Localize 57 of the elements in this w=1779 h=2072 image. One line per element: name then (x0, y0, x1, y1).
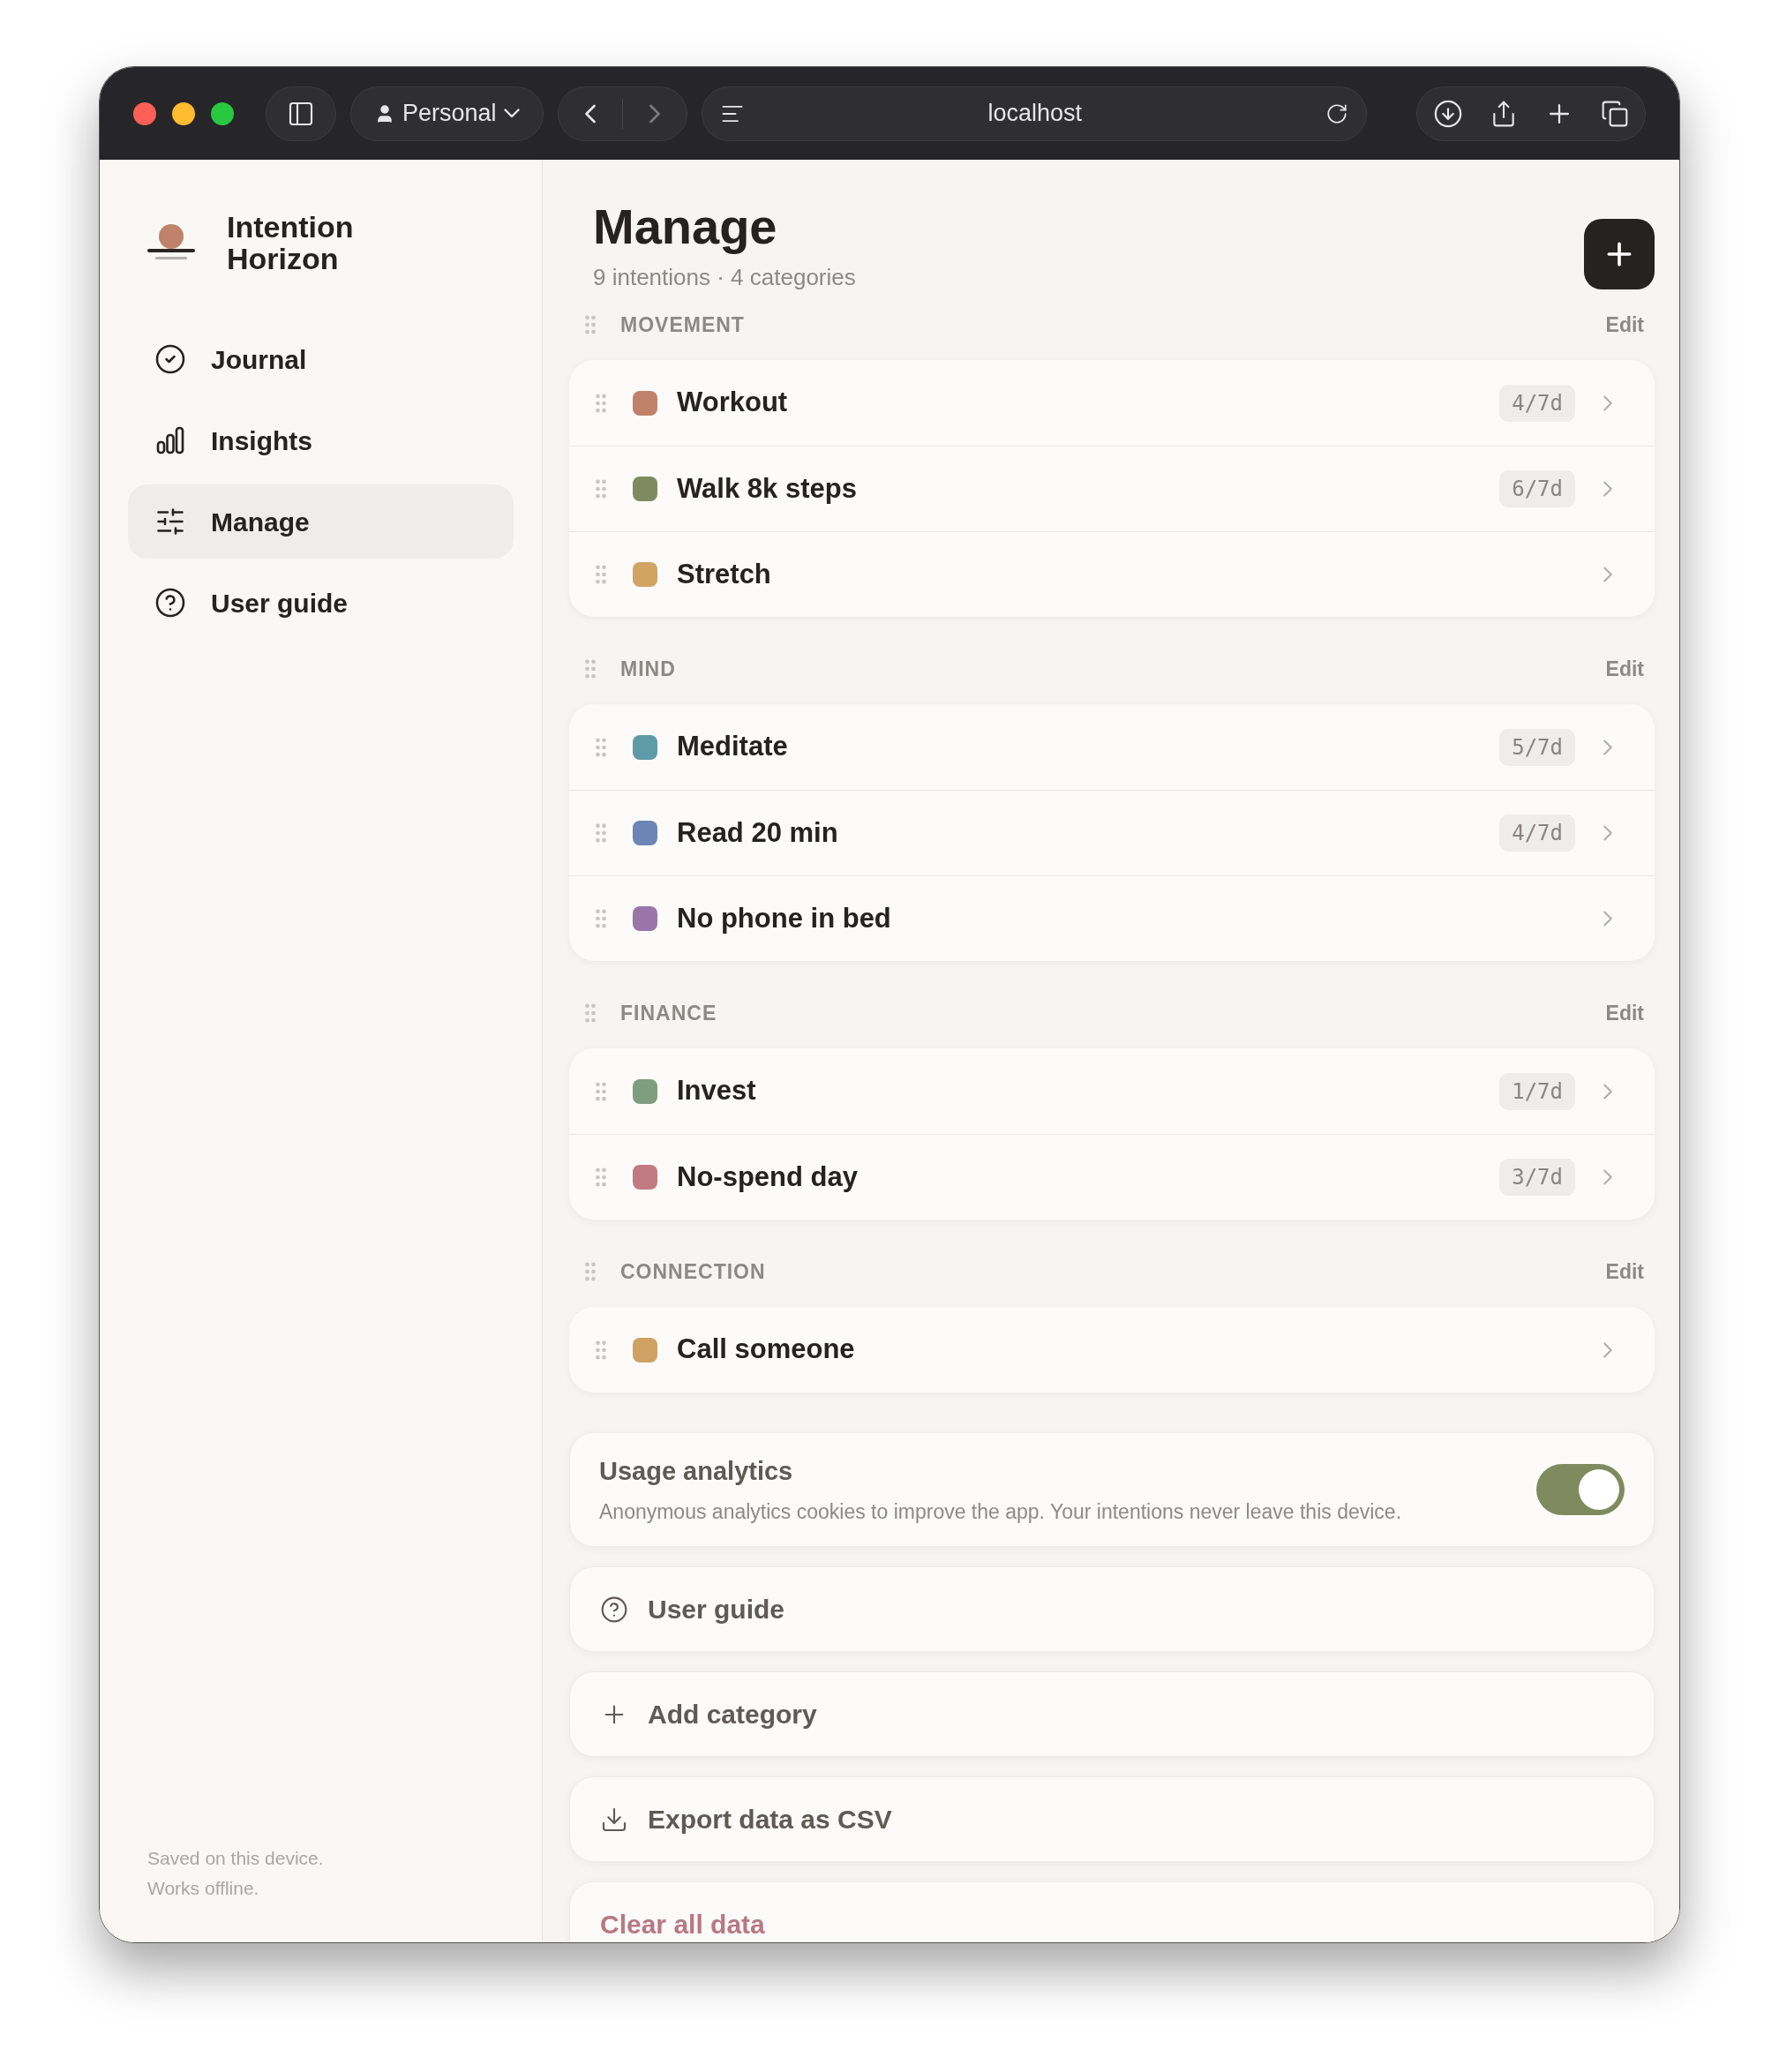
reload-icon[interactable] (1325, 101, 1348, 125)
count-badge: 3/7d (1499, 1159, 1575, 1196)
intention-name: Invest (677, 1074, 756, 1108)
count-badge: 5/7d (1499, 728, 1575, 766)
app-name: Intention Horizon (227, 211, 354, 274)
category-heading: CONNECTION (620, 1258, 766, 1285)
count-badge: 6/7d (1499, 470, 1575, 507)
sliders-icon (154, 506, 186, 537)
profile-button[interactable]: Personal (350, 86, 544, 141)
intention-name: Workout (677, 386, 788, 420)
download-icon[interactable] (1433, 98, 1463, 129)
intention-row[interactable]: Read 20 min 4/7d (569, 790, 1655, 875)
intention-row[interactable]: Walk 8k steps 6/7d (569, 446, 1655, 531)
count-badge: 1/7d (1499, 1072, 1575, 1110)
close-window-icon[interactable] (133, 101, 156, 125)
intention-name: Call someone (677, 1333, 855, 1367)
sidebar-item[interactable]: Journal (128, 322, 514, 396)
sidebar-item[interactable]: Manage (128, 484, 514, 559)
caret-icon (503, 109, 520, 118)
page-title: Manage (593, 199, 778, 255)
zoom-window-icon[interactable] (211, 101, 234, 125)
intention-name: Stretch (677, 557, 771, 591)
setting-description: Anonymous analytics cookies to improve the app. Your intentions never leave this device. (599, 1498, 1403, 1525)
intention-row[interactable]: Stretch (569, 531, 1655, 617)
intention-name: Walk 8k steps (677, 471, 857, 506)
address-bar[interactable]: localhost (701, 86, 1367, 141)
help-icon (600, 1595, 628, 1624)
action-button[interactable]: User guide (569, 1566, 1655, 1652)
tabs-icon[interactable] (1601, 99, 1629, 128)
intention-name: No phone in bed (677, 901, 891, 935)
add-button[interactable] (1584, 219, 1655, 289)
setting-title: Usage analytics (599, 1456, 794, 1487)
count-badge: 4/7d (1499, 815, 1575, 852)
page-subtitle: 9 intentions · 4 categories (593, 263, 856, 292)
storage-note: Saved on this device. Works offline. (146, 1847, 325, 1900)
analytics-switch[interactable] (1536, 1464, 1625, 1515)
check-circle-icon (154, 343, 186, 375)
intention-name: Meditate (677, 730, 788, 764)
intention-row[interactable]: Workout 4/7d (569, 360, 1655, 446)
intention-row[interactable]: Invest 1/7d (569, 1048, 1655, 1134)
category-heading: MIND (620, 656, 676, 682)
sidebar-item[interactable]: User guide (128, 566, 514, 640)
count-badge: 4/7d (1499, 384, 1575, 422)
intention-row[interactable]: Call someone (569, 1307, 1655, 1393)
action-button[interactable]: Export data as CSV (569, 1776, 1655, 1862)
action-button[interactable]: Add category (569, 1671, 1655, 1757)
intention-row[interactable]: Meditate 5/7d (569, 704, 1655, 790)
help-icon (154, 587, 186, 619)
intention-row[interactable]: No phone in bed (569, 875, 1655, 961)
category-heading: MOVEMENT (620, 312, 745, 338)
minimize-window-icon[interactable] (172, 101, 195, 125)
intention-name: No-spend day (677, 1160, 858, 1194)
bar-chart-icon (154, 424, 186, 456)
intention-row[interactable]: No-spend day 3/7d (569, 1134, 1655, 1220)
sidebar-item[interactable]: Insights (128, 403, 514, 477)
category-heading: FINANCE (620, 1000, 717, 1026)
intention-name: Read 20 min (677, 815, 838, 850)
